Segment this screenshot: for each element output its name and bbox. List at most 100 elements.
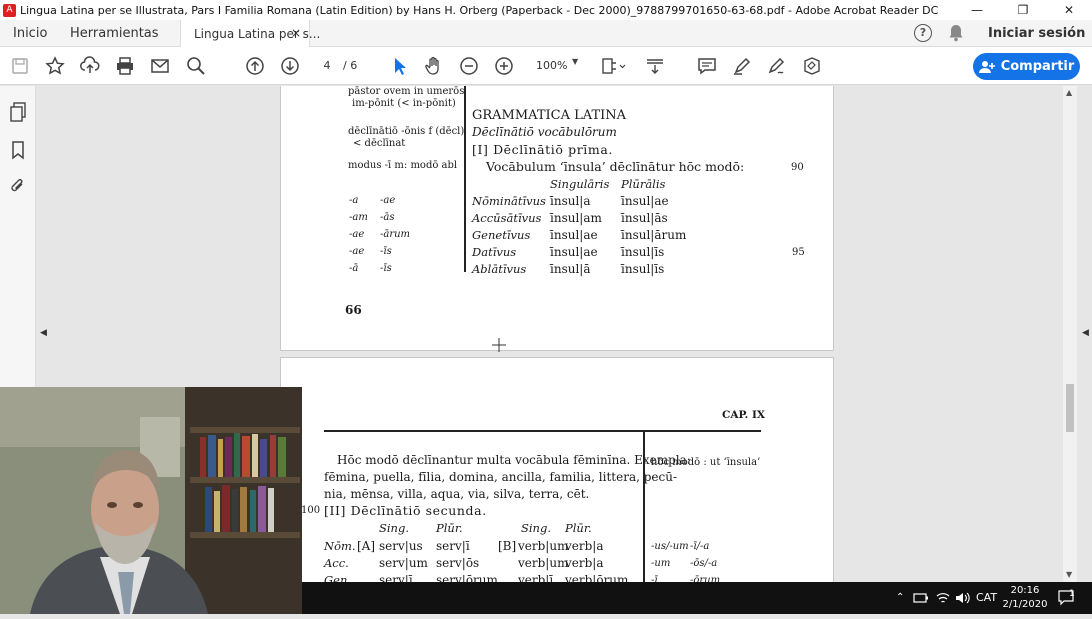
plural-form: īnsul|ae xyxy=(621,194,669,208)
volume-icon[interactable] xyxy=(955,591,971,605)
margin-note: im-pōnit (< in-pōnit) xyxy=(352,98,456,109)
toolbar: 4 / 6 100% ▼ Compartir xyxy=(0,47,1092,85)
tray-expand-icon[interactable]: ⌃ xyxy=(896,582,904,614)
email-icon[interactable] xyxy=(150,56,170,76)
zoom-out-icon[interactable] xyxy=(459,56,479,76)
ending-sg: -am xyxy=(349,212,368,223)
column-header: Sing. xyxy=(379,521,409,535)
singular-form: īnsul|ae xyxy=(550,245,598,259)
margin-ending: -ī/-a xyxy=(690,541,710,552)
expand-right-panel-icon[interactable]: ◀ xyxy=(1082,328,1089,338)
help-icon[interactable]: ? xyxy=(914,24,932,42)
ending-pl: -ārum xyxy=(380,229,411,240)
title-bar: A Lingua Latina per se Illustrata, Pars … xyxy=(0,0,1092,20)
margin-ending: -um xyxy=(651,558,671,569)
margin-note: < dēclīnat xyxy=(353,138,406,149)
plural-form: īnsul|īs xyxy=(621,245,665,259)
section-title: [II] Dēclīnātiō secunda. xyxy=(324,503,487,518)
singular-form: īnsul|ae xyxy=(550,228,598,242)
vertical-scrollbar[interactable]: ▲ ▼ xyxy=(1063,86,1077,582)
ending-sg: -ae xyxy=(349,229,365,240)
hand-icon[interactable] xyxy=(424,56,444,76)
maximize-button[interactable]: ❐ xyxy=(1000,0,1046,20)
bookmark-star-icon[interactable] xyxy=(45,56,65,76)
paragraph-line: fēmina, puella, fīlia, domina, ancilla, … xyxy=(324,470,678,484)
sign-icon[interactable] xyxy=(767,56,787,76)
singular-form: īnsul|am xyxy=(550,211,602,225)
attachments-icon[interactable] xyxy=(9,176,27,196)
column-divider xyxy=(464,86,466,272)
menu-tools[interactable]: Herramientas xyxy=(70,20,159,47)
expand-left-panel-icon[interactable]: ◀ xyxy=(40,328,47,338)
chevron-down-icon[interactable]: ▼ xyxy=(572,57,578,66)
fill-sign-icon[interactable] xyxy=(802,56,822,76)
page-layout-icon[interactable] xyxy=(601,56,627,76)
clock-time: 20:16 xyxy=(1010,585,1040,596)
menu-bar: Inicio Herramientas Lingua Latina per s.… xyxy=(0,20,1092,48)
share-button[interactable]: Compartir xyxy=(973,53,1080,80)
window-title: Lingua Latina per se Illustrata, Pars I … xyxy=(20,3,939,17)
upload-icon[interactable] xyxy=(80,56,100,76)
notification-center-icon[interactable]: 1 xyxy=(1058,582,1078,614)
tab-close-icon[interactable]: × xyxy=(291,26,301,40)
acrobat-app-icon: A xyxy=(3,3,16,17)
ending-pl: -ās xyxy=(380,212,395,223)
comment-icon[interactable] xyxy=(697,56,717,76)
scrollbar-thumb[interactable] xyxy=(1066,384,1074,432)
case-name: Genetīvus xyxy=(472,228,531,242)
margin-note: dēclīnātiō -ōnis f (dēcl) xyxy=(348,126,465,137)
notification-bell-icon[interactable] xyxy=(948,24,964,42)
ending-pl: -īs xyxy=(380,263,392,274)
plural-form: serv|ōs xyxy=(436,556,480,570)
case-name: Ablātīvus xyxy=(472,262,527,276)
document-tab[interactable]: Lingua Latina per s... × xyxy=(180,20,320,48)
print-icon[interactable] xyxy=(115,56,135,76)
column-header: Singulāris xyxy=(550,177,610,191)
language-indicator[interactable]: CAT xyxy=(976,582,997,614)
plural-form: verb|a xyxy=(565,539,604,553)
grammar-subheading: Dēclīnātiō vocābulōrum xyxy=(472,125,617,139)
close-button[interactable]: ✕ xyxy=(1046,0,1092,20)
line-number: 90 xyxy=(791,162,804,173)
singular-form: īnsul|ā xyxy=(550,262,591,276)
column-header: Plūrālis xyxy=(621,177,666,191)
plural-form: īnsul|īs xyxy=(621,262,665,276)
search-zoom-icon[interactable] xyxy=(186,56,206,76)
page-up-icon[interactable] xyxy=(245,56,265,76)
document-tab-label: Lingua Latina per s... xyxy=(194,27,321,41)
zoom-in-icon[interactable] xyxy=(494,56,514,76)
minimize-button[interactable]: — xyxy=(954,0,1000,20)
wifi-icon[interactable] xyxy=(935,591,951,605)
crosshair-cursor-icon xyxy=(492,338,506,352)
add-user-icon xyxy=(978,60,995,73)
case-abbrev: Nōm. xyxy=(324,539,356,553)
ending-pl: -ae xyxy=(380,195,396,206)
plural-form: verb|a xyxy=(565,556,604,570)
bookmarks-icon[interactable] xyxy=(9,140,27,160)
battery-icon[interactable] xyxy=(913,591,929,605)
margin-note: pāstor ovem in umerōs xyxy=(348,86,465,97)
page-number: 66 xyxy=(345,303,362,317)
page-number-input[interactable]: 4 xyxy=(314,56,340,76)
scroll-up-icon[interactable]: ▲ xyxy=(1066,88,1072,97)
ending-sg: -ā xyxy=(349,263,359,274)
singular-form: serv|um xyxy=(379,556,428,570)
menu-home[interactable]: Inicio xyxy=(13,20,47,47)
select-cursor-icon[interactable] xyxy=(389,56,409,76)
page-down-icon[interactable] xyxy=(280,56,300,76)
ending-pl: -īs xyxy=(380,246,392,257)
declension-label: [A] xyxy=(357,539,376,553)
intro-line: Vocābulum ‘īnsula’ dēclīnātur hōc modō: xyxy=(486,159,745,174)
page-thumbnails-icon[interactable] xyxy=(9,102,27,122)
line-number: 100 xyxy=(301,505,321,516)
scroll-mode-icon[interactable] xyxy=(645,56,665,76)
highlight-icon[interactable] xyxy=(732,56,752,76)
save-icon[interactable] xyxy=(10,56,30,76)
ending-sg: -ae xyxy=(349,246,365,257)
notification-count: 1 xyxy=(1069,589,1075,599)
system-clock[interactable]: 20:16 2/1/2020 xyxy=(999,584,1051,612)
window-controls: — ❐ ✕ xyxy=(954,0,1092,20)
pdf-page-66: pāstor ovem in umerōs im-pōnit (< in-pōn… xyxy=(280,86,834,351)
signin-link[interactable]: Iniciar sesión xyxy=(988,20,1085,47)
margin-ending: -ōs/-a xyxy=(690,558,718,569)
